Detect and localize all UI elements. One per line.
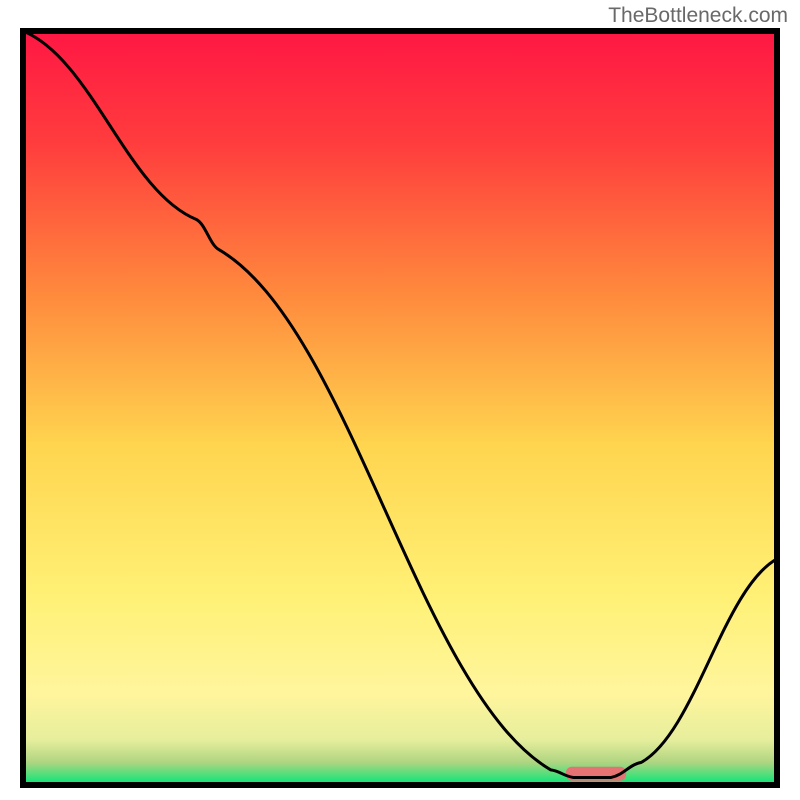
chart-svg: [20, 28, 780, 788]
gradient-background: [23, 31, 777, 785]
watermark-text: TheBottleneck.com: [608, 4, 788, 28]
bottleneck-chart: [20, 28, 780, 788]
